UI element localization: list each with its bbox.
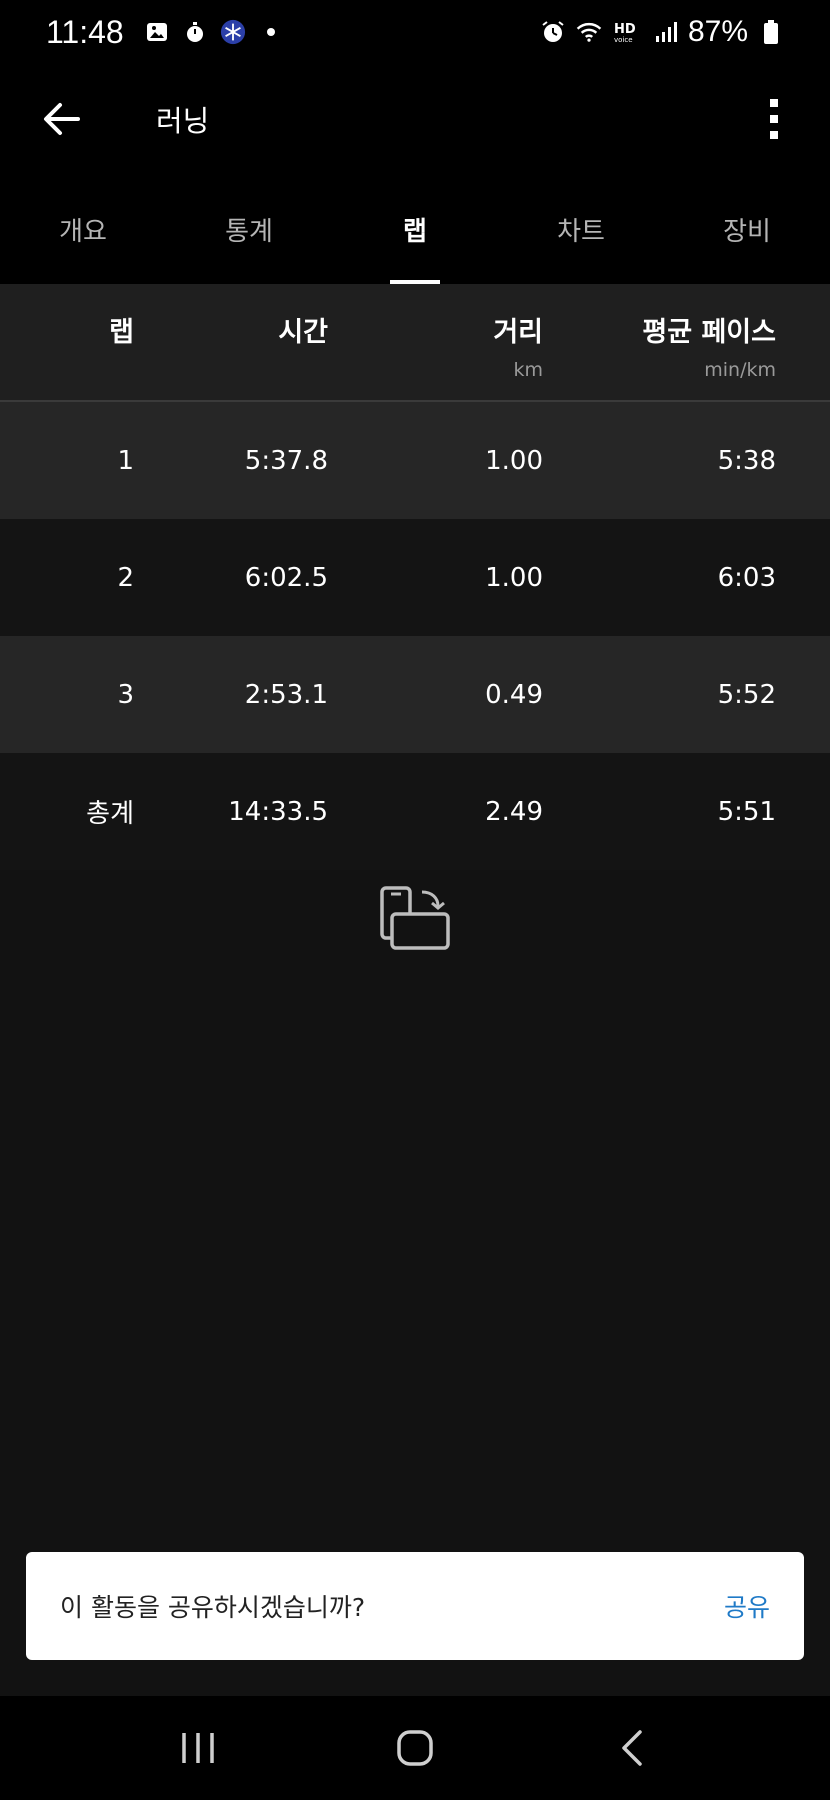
system-nav-bar [0,1696,830,1800]
column-unit: min/km [704,359,776,381]
tab-laps[interactable]: 랩 [332,174,498,284]
back-button[interactable] [32,89,92,149]
share-prompt: 이 활동을 공유하시겠습니까? [60,1593,366,1622]
cell-distance: 1.00 [485,562,543,593]
cell-time: 2:53.1 [244,679,328,710]
battery-icon [758,19,784,45]
dot-icon [258,19,284,45]
cell-distance: 0.49 [485,679,543,710]
more-options-button[interactable] [754,89,794,149]
column-header-pace: 평균 페이스 min/km [642,310,776,381]
back-nav-button[interactable] [592,1718,672,1778]
share-button[interactable]: 공유 [724,1588,770,1624]
status-system-icons: HD voice 87% [540,15,784,49]
cell-pace: 5:52 [717,679,776,710]
gallery-icon [144,19,170,45]
status-bar: 11:48 HD voice 87% [0,0,830,64]
cell-pace: 5:38 [717,445,776,476]
tab-stats[interactable]: 통계 [166,174,332,284]
tab-overview[interactable]: 개요 [0,174,166,284]
battery-percent: 87% [687,15,748,48]
cell-time: 6:02.5 [244,562,328,593]
cell-time: 14:33.5 [228,796,328,827]
column-title: 평균 페이스 [642,317,776,348]
chevron-left-icon [621,1730,642,1766]
tab-charts[interactable]: 차트 [498,174,664,284]
status-notification-icons [144,19,284,45]
table-row: 3 2:53.1 0.49 5:52 [0,636,830,753]
column-header-distance: 거리 km [493,310,543,381]
cell-lap: 1 [117,445,134,476]
cell-time: 5:37.8 [244,445,328,476]
share-snackbar: 이 활동을 공유하시겠습니까? 공유 [26,1552,804,1660]
more-vert-icon [770,99,778,139]
cell-distance: 1.00 [485,445,543,476]
cell-distance: 2.49 [485,796,543,827]
cell-lap: 3 [117,679,134,710]
alarm-icon [540,19,566,45]
cell-lap: 총계 [86,799,134,829]
svg-text:voice: voice [614,36,633,44]
app-snowflake-icon [220,19,246,45]
home-icon [397,1730,433,1766]
column-unit: km [513,359,543,381]
recents-button[interactable] [158,1718,238,1778]
hd-voice-icon: HD voice [612,19,642,45]
rotate-screen-icon[interactable] [378,884,452,954]
wifi-icon [576,19,602,45]
app-screen: 11:48 HD voice 87% 러닝 개요 통계 랩 차트 장비 랩 시간… [0,0,830,1800]
laps-table: 랩 시간 거리 km 평균 페이스 min/km 1 5:37.8 1.00 5… [0,284,830,870]
table-row: 1 5:37.8 1.00 5:38 [0,402,830,519]
tab-gear[interactable]: 장비 [664,174,830,284]
column-title: 랩 [109,317,134,348]
recents-icon [182,1733,215,1763]
table-row: 2 6:02.5 1.00 6:03 [0,519,830,636]
table-header: 랩 시간 거리 km 평균 페이스 min/km [0,284,830,402]
svg-text:HD: HD [614,22,636,37]
status-time: 11:48 [46,13,124,50]
tab-bar: 개요 통계 랩 차트 장비 [0,174,830,284]
app-bar: 러닝 [0,64,830,174]
cell-lap: 2 [117,562,134,593]
arrow-left-icon [44,103,80,135]
stopwatch-icon [182,19,208,45]
cell-pace: 6:03 [717,562,776,593]
cell-pace: 5:51 [717,796,776,827]
home-button[interactable] [375,1718,455,1778]
column-header-lap: 랩 [109,310,134,349]
signal-icon [652,19,678,45]
table-total-row: 총계 14:33.5 2.49 5:51 [0,753,830,870]
column-header-time: 시간 [278,310,328,349]
column-title: 시간 [278,317,328,348]
page-title: 러닝 [156,104,210,138]
column-title: 거리 [493,317,543,348]
